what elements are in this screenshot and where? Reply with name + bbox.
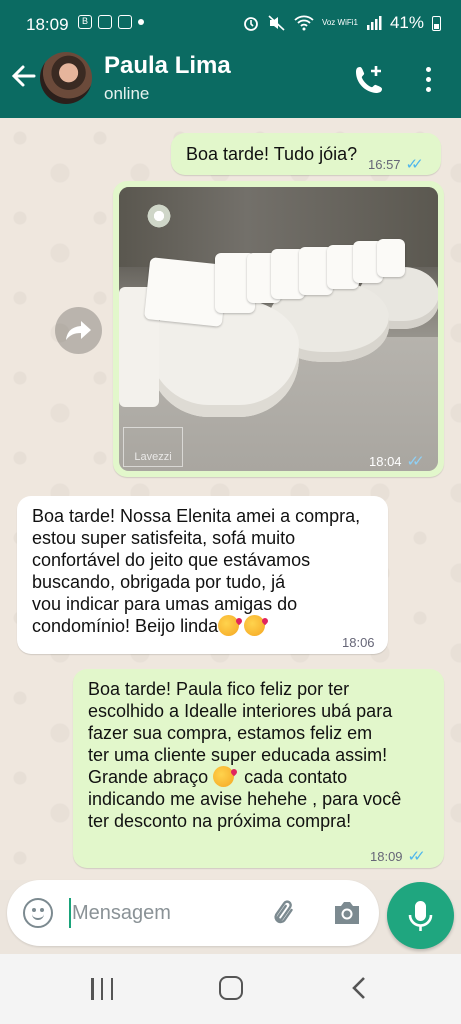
add-call-button[interactable] (354, 64, 384, 94)
system-navigation-bar (0, 954, 461, 1024)
kiss-emoji-icon (244, 615, 266, 636)
recent-apps-button[interactable] (91, 978, 113, 1000)
phone-plus-icon (356, 66, 382, 93)
message-meta: 18:04 ✓✓ (369, 451, 425, 473)
message-meta: 18:09 ✓✓ (370, 846, 426, 868)
sofa-photo[interactable]: Lavezzi (119, 187, 438, 471)
conversation-header: Paula Lima online (0, 46, 461, 118)
photo-pillow (377, 239, 405, 277)
chevron-left-icon (352, 977, 365, 999)
battery-percent: 41% (389, 13, 424, 32)
message-bubble-incoming[interactable]: Boa tarde! Nossa Elenita amei a compra, … (17, 496, 388, 654)
message-line: fazer sua compra, estamos feliz em (88, 723, 373, 743)
message-line: Boa tarde! Paula fico feliz por ter (88, 679, 350, 699)
read-receipt-icon: ✓✓ (407, 848, 426, 865)
alarm-icon (244, 17, 258, 31)
forward-button[interactable] (55, 307, 102, 354)
arrow-left-icon (11, 65, 36, 87)
message-bubble-outgoing[interactable]: Boa tarde! Paula fico feliz por ter esco… (73, 669, 444, 868)
mute-icon (268, 15, 285, 31)
image-message-bubble[interactable]: Lavezzi 18:04 ✓✓ (113, 181, 444, 477)
message-text: Boa tarde! Paula fico feliz por ter esco… (88, 678, 433, 832)
contact-avatar[interactable] (40, 52, 92, 104)
home-button[interactable] (219, 976, 243, 1000)
read-receipt-icon: ✓✓ (406, 453, 425, 470)
message-line: confortável do jeito que estávamos (32, 550, 311, 570)
notification-b-icon: B (78, 15, 92, 29)
message-time: 18:09 (370, 849, 403, 864)
more-menu-button[interactable] (418, 64, 438, 94)
message-time: 16:57 (368, 157, 401, 172)
notification-icons: B (78, 15, 144, 29)
chat-header-bar: 18:09 B Voz WiFi1 41% Paula Lima online (0, 0, 461, 118)
photo-plant (139, 201, 179, 231)
volte-label: Voz WiFi1 (321, 18, 358, 27)
message-text: Boa tarde! Tudo jóia? (186, 144, 358, 164)
message-composer: Mensagem (7, 880, 379, 946)
message-line: indicando me avise hehehe , para você (88, 789, 402, 809)
voice-record-button[interactable] (387, 882, 454, 949)
contact-status: online (104, 84, 150, 103)
read-receipt-icon: ✓✓ (405, 156, 424, 173)
message-line: Boa tarde! Nossa Elenita amei a compra, (32, 506, 361, 526)
paperclip-icon (274, 900, 293, 924)
gallery-icon (98, 15, 112, 29)
message-time: 18:04 (369, 454, 402, 469)
message-line: estou super satisfeita, sofá muito (32, 528, 296, 548)
message-line: condomínio! Beijo linda (32, 615, 377, 637)
system-back-button[interactable] (350, 976, 370, 1000)
message-line: escolhido a Idealle interiores ubá para (88, 701, 393, 721)
more-notifications-icon (138, 19, 144, 25)
kiss-emoji-icon (218, 615, 240, 636)
emoji-icon (32, 914, 44, 920)
emoji-button[interactable] (23, 898, 53, 928)
message-line: ter uma cliente super educada assim! (88, 745, 388, 765)
message-input[interactable]: Mensagem (69, 898, 259, 928)
status-bar: 18:09 B Voz WiFi1 41% (0, 0, 461, 46)
system-icons: Voz WiFi1 41% (242, 13, 441, 33)
message-line-text: condomínio! Beijo linda (32, 616, 219, 636)
message-line-text: cada contato (234, 767, 348, 787)
message-meta: 16:57 ✓✓ (368, 154, 424, 176)
back-button[interactable] (10, 62, 38, 92)
battery-icon (432, 15, 441, 31)
microphone-icon (408, 901, 433, 931)
camera-icon (335, 902, 359, 924)
message-list[interactable]: Boa tarde! Tudo jóia? 16:57 ✓✓ Lavezzi 1… (0, 118, 461, 880)
message-line-text: Grande abraço (88, 767, 209, 787)
status-time: 18:09 (26, 15, 69, 34)
message-line: buscando, obrigada por tudo, já (32, 572, 286, 592)
forward-icon (66, 321, 91, 340)
message-line: ter desconto na próxima compra! (88, 811, 352, 831)
message-meta: 18:06 (342, 632, 375, 654)
message-line: Grande abraço cada contato (88, 766, 433, 788)
contact-name[interactable]: Paula Lima (104, 52, 231, 80)
message-time: 18:06 (342, 635, 375, 650)
more-vertical-icon (418, 67, 438, 92)
message-text: Boa tarde! Nossa Elenita amei a compra, … (32, 505, 377, 637)
signal-icon (366, 16, 382, 30)
wifi-icon (294, 15, 314, 31)
camera-button[interactable] (332, 899, 362, 927)
instagram-icon (118, 15, 132, 29)
message-bubble-outgoing[interactable]: Boa tarde! Tudo jóia? 16:57 ✓✓ (171, 133, 441, 175)
attach-button[interactable] (271, 897, 301, 929)
photo-watermark: Lavezzi (123, 427, 183, 467)
message-line: vou indicar para umas amigas do (32, 594, 298, 614)
kiss-emoji-icon (213, 766, 235, 787)
